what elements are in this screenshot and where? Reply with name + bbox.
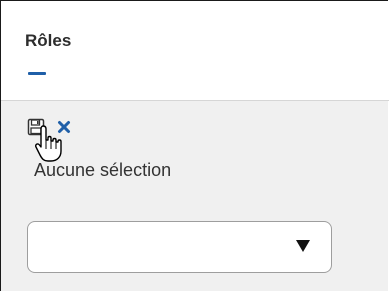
save-button[interactable] (26, 117, 46, 137)
title-underline (28, 72, 46, 75)
panel-title: Rôles (25, 31, 72, 50)
save-icon (27, 118, 45, 136)
panel-header: Rôles (1, 1, 389, 100)
delete-button[interactable] (54, 117, 74, 137)
dropdown-arrow-icon (296, 240, 310, 252)
role-select[interactable] (27, 221, 332, 273)
header-divider (1, 100, 389, 101)
close-icon (58, 121, 70, 133)
selection-status: Aucune sélection (34, 160, 172, 180)
toolbar (26, 116, 74, 138)
